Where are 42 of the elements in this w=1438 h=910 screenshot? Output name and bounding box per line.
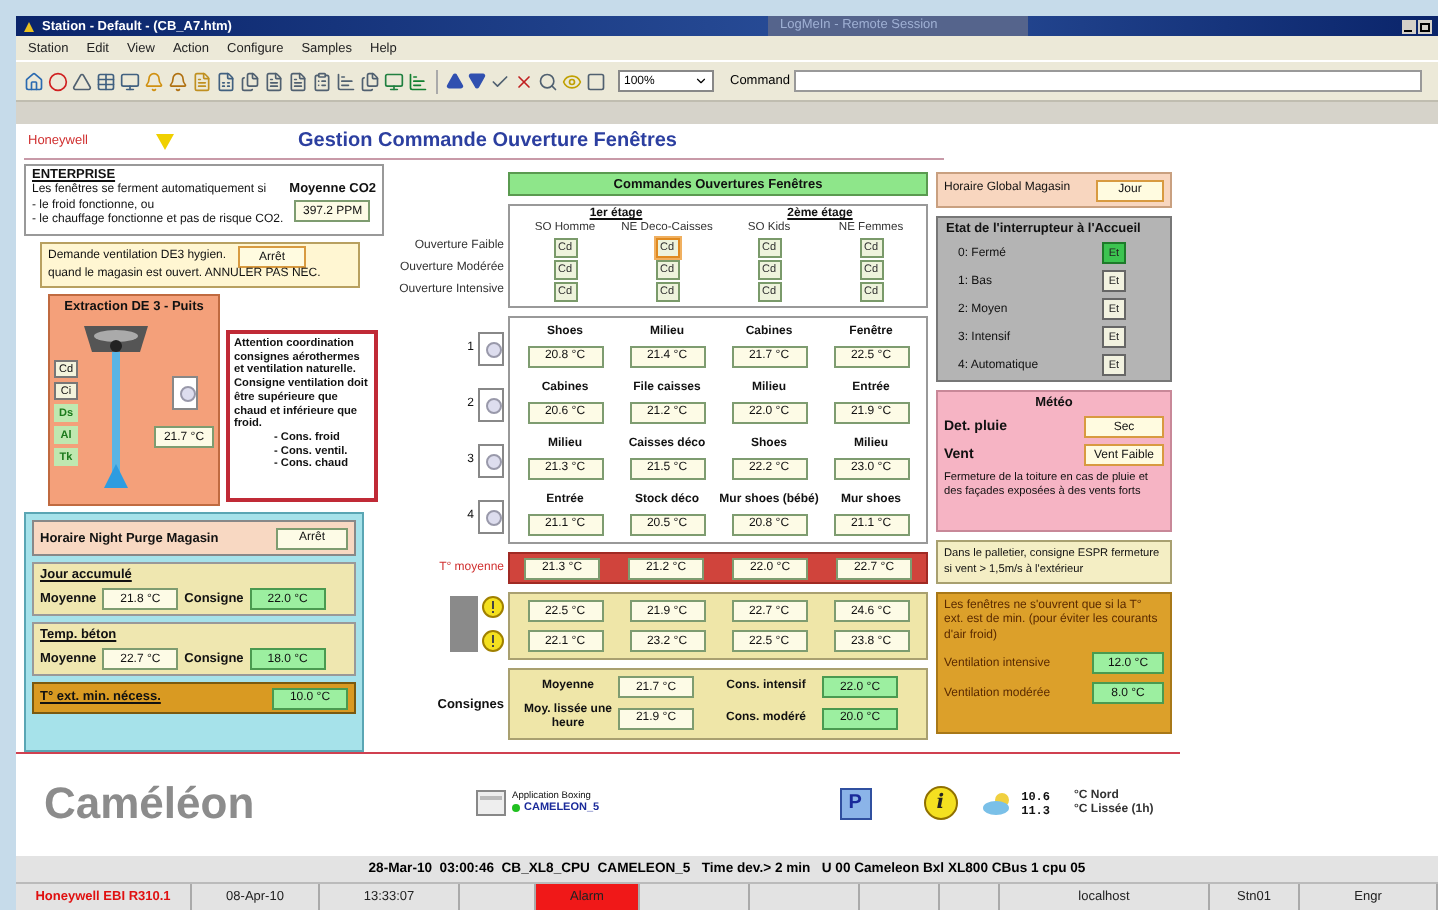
document-icon[interactable] — [288, 71, 308, 91]
circle-icon[interactable] — [48, 71, 68, 91]
triangle-icon[interactable] — [72, 71, 92, 91]
monitor-icon[interactable] — [384, 71, 404, 91]
close-icon[interactable] — [514, 71, 534, 91]
device-icon — [478, 331, 504, 365]
check-icon[interactable] — [490, 71, 510, 91]
restore-button[interactable] — [1418, 19, 1432, 33]
bar-chart-icon[interactable] — [336, 71, 356, 91]
up-arrow-icon[interactable] — [446, 72, 464, 90]
search-icon[interactable] — [538, 71, 558, 91]
command-field[interactable] — [793, 70, 1422, 92]
warning-triangle-icon — [156, 133, 174, 149]
frame-icon[interactable] — [586, 71, 606, 91]
bar-chart-icon[interactable] — [408, 71, 428, 91]
table-icon[interactable] — [96, 71, 116, 91]
device-icon — [478, 499, 504, 533]
document-icon[interactable] — [264, 71, 284, 91]
down-arrow-icon[interactable] — [468, 72, 486, 90]
logo-text: Caméléon — [42, 777, 257, 829]
bell-icon[interactable] — [168, 71, 188, 91]
page-title: Gestion Commande Ouverture Fenêtres — [298, 130, 677, 152]
minimize-button[interactable] — [1402, 19, 1416, 33]
device-icon — [478, 443, 504, 477]
alert-icon — [482, 630, 504, 652]
info-button[interactable]: i — [923, 786, 958, 820]
weather-icon — [981, 791, 1014, 815]
cabinet-icon — [450, 596, 478, 652]
device-icon — [171, 376, 197, 410]
device-icon — [478, 387, 504, 421]
caret-icon — [694, 74, 708, 88]
alert-icon — [482, 596, 504, 618]
spreadsheet-icon[interactable] — [216, 71, 236, 91]
clipboard-icon[interactable] — [312, 71, 332, 91]
app-icon — [22, 19, 36, 33]
documents-icon[interactable] — [240, 71, 260, 91]
home-icon[interactable] — [24, 71, 44, 91]
status-dot-icon — [512, 804, 520, 812]
documents-icon[interactable] — [360, 71, 380, 91]
park-button[interactable]: P — [839, 787, 872, 819]
monitor-icon[interactable] — [120, 71, 140, 91]
controller-icon — [476, 789, 508, 817]
